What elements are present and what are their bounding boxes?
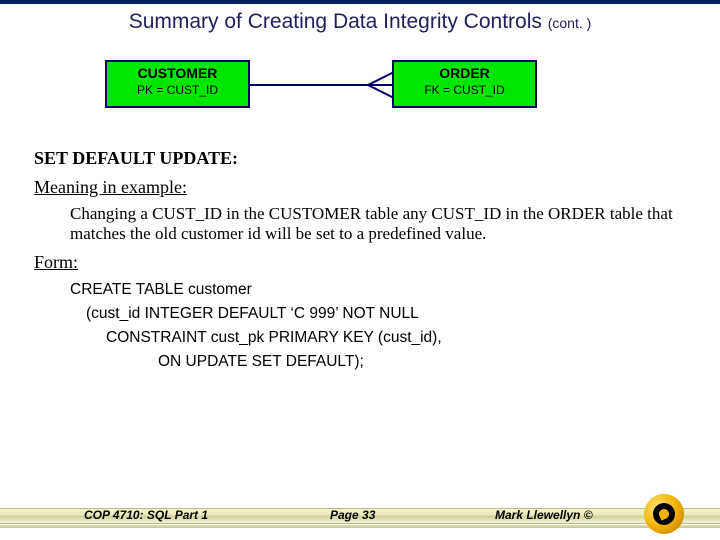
slide-body: SET DEFAULT UPDATE: Meaning in example: … — [0, 148, 720, 371]
ucf-logo-icon — [644, 494, 684, 534]
sql-line-2: (cust_id INTEGER DEFAULT ‘C 999’ NOT NUL… — [86, 305, 686, 323]
entity-customer-key: PK = CUST_ID — [107, 83, 248, 97]
footer-author: Mark Llewellyn © — [495, 508, 593, 522]
slide: Summary of Creating Data Integrity Contr… — [0, 0, 720, 540]
subhead-form: Form: — [34, 252, 686, 273]
pegasus-icon — [657, 507, 670, 520]
section-heading: SET DEFAULT UPDATE: — [34, 148, 686, 169]
sql-line-3: CONSTRAINT cust_pk PRIMARY KEY (cust_id)… — [106, 329, 686, 347]
footer-course: COP 4710: SQL Part 1 — [84, 508, 208, 522]
entity-customer: CUSTOMER PK = CUST_ID — [105, 60, 250, 108]
meaning-paragraph: Changing a CUST_ID in the CUSTOMER table… — [70, 204, 686, 244]
entity-order: ORDER FK = CUST_ID — [392, 60, 537, 108]
title-main: Summary of Creating Data Integrity Contr… — [129, 10, 542, 33]
logo-inner-disc — [653, 503, 675, 525]
sql-line-1: CREATE TABLE customer — [70, 281, 686, 299]
sql-block: CREATE TABLE customer (cust_id INTEGER D… — [34, 281, 686, 371]
entity-customer-name: CUSTOMER — [107, 65, 248, 81]
entity-order-key: FK = CUST_ID — [394, 83, 535, 97]
sql-line-4: ON UPDATE SET DEFAULT); — [158, 353, 686, 371]
footer-line — [0, 525, 720, 528]
slide-title: Summary of Creating Data Integrity Contr… — [0, 10, 720, 34]
footer: COP 4710: SQL Part 1 Page 33 Mark Llewel… — [0, 496, 720, 540]
entity-order-name: ORDER — [394, 65, 535, 81]
title-cont: (cont. ) — [548, 15, 592, 31]
footer-page: Page 33 — [330, 508, 375, 522]
subhead-meaning: Meaning in example: — [34, 177, 686, 198]
er-diagram: CUSTOMER PK = CUST_ID ORDER FK = CUST_ID — [0, 60, 720, 138]
